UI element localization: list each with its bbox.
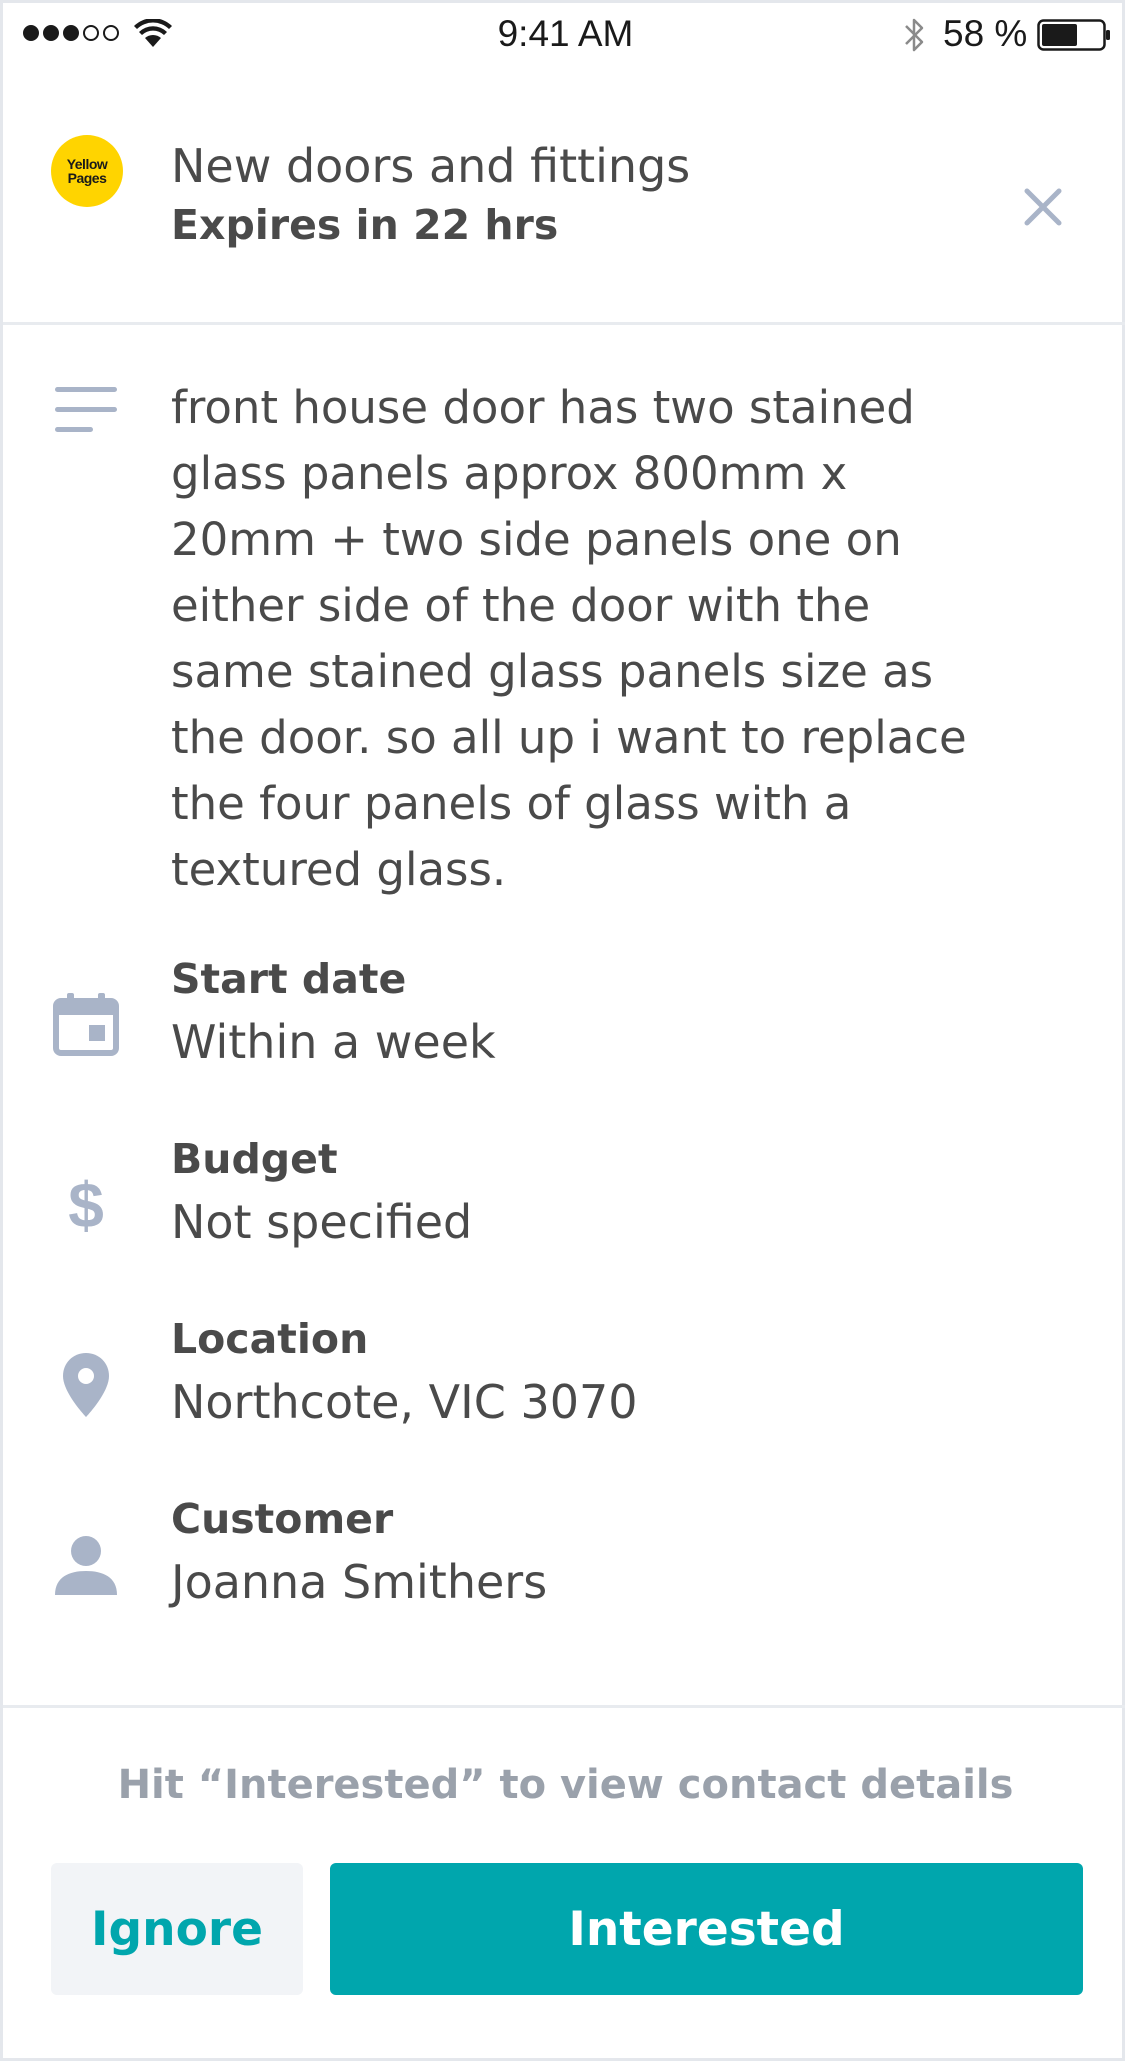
dollar-icon: $ bbox=[68, 1171, 104, 1237]
calendar-icon bbox=[53, 993, 119, 1056]
start-date-value: Within a week bbox=[171, 1015, 496, 1069]
battery-percent: 58 % bbox=[943, 13, 1028, 54]
lead-header: Yellow Pages New doors and fittings Expi… bbox=[3, 67, 1125, 325]
svg-text:$: $ bbox=[68, 1171, 104, 1237]
job-description: front house door has two stained glass p… bbox=[171, 381, 967, 896]
lead-expiry: Expires in 22 hrs bbox=[171, 201, 559, 249]
start-date-label: Start date bbox=[171, 955, 407, 1003]
field-start-date: Start date Within a week bbox=[3, 955, 1125, 1105]
location-pin-icon bbox=[63, 1353, 109, 1417]
budget-label: Budget bbox=[171, 1135, 338, 1183]
bluetooth-icon bbox=[905, 18, 924, 52]
person-icon bbox=[55, 1536, 117, 1595]
close-icon[interactable] bbox=[1021, 185, 1065, 229]
lead-card: 9:41 AM 58 % Yellow Pages New doors and … bbox=[0, 0, 1125, 2061]
customer-value: Joanna Smithers bbox=[171, 1555, 548, 1609]
field-budget: $ Budget Not specified bbox=[3, 1135, 1125, 1285]
yellow-pages-logo: Yellow Pages bbox=[51, 135, 123, 207]
location-label: Location bbox=[171, 1315, 369, 1363]
contact-hint: Hit “Interested” to view contact details bbox=[117, 1762, 1014, 1808]
text-lines-icon bbox=[55, 387, 117, 432]
battery-icon bbox=[1037, 19, 1110, 51]
lead-title: New doors and fittings bbox=[171, 139, 691, 193]
field-location: Location Northcote, VIC 3070 bbox=[3, 1315, 1125, 1465]
customer-label: Customer bbox=[171, 1495, 394, 1543]
status-bar: 9:41 AM 58 % bbox=[3, 3, 1125, 67]
field-customer: Customer Joanna Smithers bbox=[3, 1495, 1125, 1645]
interested-button[interactable]: Interested bbox=[330, 1863, 1083, 1995]
location-value: Northcote, VIC 3070 bbox=[171, 1375, 638, 1429]
ignore-button[interactable]: Ignore bbox=[51, 1863, 303, 1995]
budget-value: Not specified bbox=[171, 1195, 473, 1249]
lead-footer: Hit “Interested” to view contact details… bbox=[3, 1705, 1125, 2061]
